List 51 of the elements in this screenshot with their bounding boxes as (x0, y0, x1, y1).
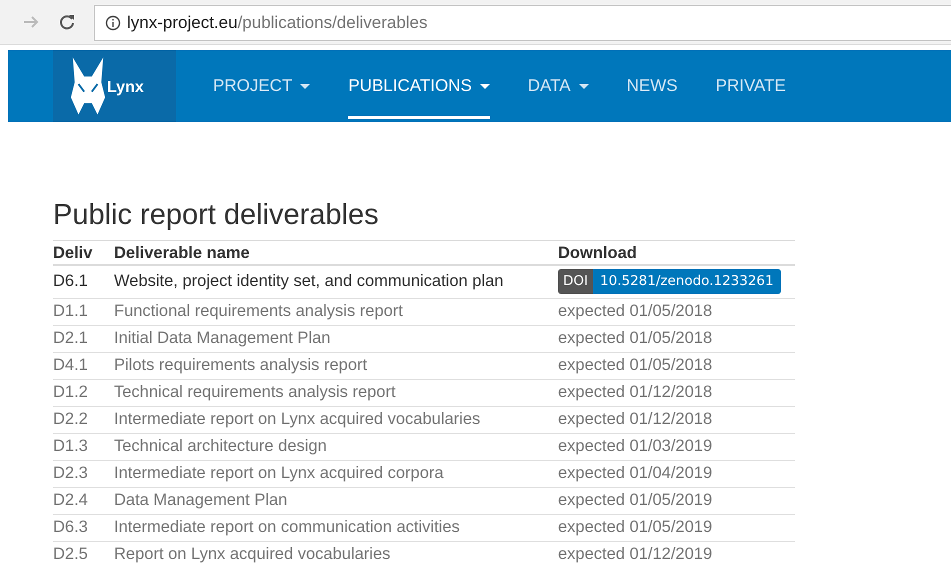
table-cell: D2.2 (53, 406, 114, 434)
doi-badge[interactable]: DOI 10.5281/zenodo.1233261 (558, 269, 781, 294)
table-cell: Intermediate report on communication activities (114, 514, 558, 542)
column-header: Download (558, 240, 795, 265)
table-cell: Intermediate report on Lynx acquired vocabularies (114, 406, 558, 434)
table-cell: Functional requirements analysis report (114, 298, 558, 326)
table-cell: Intermediate report on Lynx acquired corpora (114, 460, 558, 488)
nav-link[interactable]: PUBLICATIONS (348, 50, 490, 122)
lynx-head-icon (69, 55, 107, 117)
table-cell: D4.1 (53, 352, 114, 380)
table-cell: expected 01/03/2019 (558, 434, 795, 460)
table-cell: D1.3 (53, 434, 114, 460)
nav-link[interactable]: PROJECT (213, 50, 310, 122)
table-cell: D2.3 (53, 460, 114, 488)
reload-icon[interactable] (58, 13, 76, 31)
table-cell: D1.2 (53, 380, 114, 406)
nav-link[interactable]: NEWS (626, 50, 678, 122)
table-cell: expected 01/05/2018 (558, 352, 795, 380)
table-cell: Technical architecture design (114, 434, 558, 460)
table-cell: Data Management Plan (114, 488, 558, 514)
logo-text: Lynx (107, 79, 144, 97)
table-cell: D6.3 (53, 514, 114, 542)
column-header: Deliverable name (114, 240, 558, 265)
table-cell: Pilots requirements analysis report (114, 352, 558, 380)
table-cell: D2.1 (53, 326, 114, 352)
table-cell: D2.5 (53, 542, 114, 568)
address-bar[interactable]: lynx-project.eu/publications/deliverables (94, 5, 951, 41)
table-cell: expected 01/05/2019 (558, 488, 795, 514)
logo-block[interactable]: Lynx (53, 50, 176, 122)
nav-link[interactable]: PRIVATE (716, 50, 786, 122)
table-cell: Technical requirements analysis report (114, 380, 558, 406)
table-cell: expected 01/05/2018 (558, 326, 795, 352)
table-cell: D1.1 (53, 298, 114, 326)
table-cell: expected 01/05/2019 (558, 514, 795, 542)
info-icon (105, 15, 121, 31)
table-cell: expected 01/04/2019 (558, 460, 795, 488)
nav-link[interactable]: DATA (528, 50, 589, 122)
url-path: /publications/deliverables (238, 13, 428, 33)
page-title: Public report deliverables (53, 198, 380, 232)
table-cell: expected 01/12/2019 (558, 542, 795, 568)
url-host: lynx-project.eu (127, 13, 238, 33)
doi-value: 10.5281/zenodo.1233261 (593, 269, 781, 294)
column-header: Deliv (53, 240, 114, 265)
table-cell: expected 01/05/2018 (558, 298, 795, 326)
table-cell: D6.1 (53, 265, 114, 298)
table-cell: Report on Lynx acquired vocabularies (114, 542, 558, 568)
table-cell: expected 01/12/2018 (558, 380, 795, 406)
doi-label: DOI (558, 269, 594, 294)
table-cell: D2.4 (53, 488, 114, 514)
table-cell: expected 01/12/2018 (558, 406, 795, 434)
table-cell: Initial Data Management Plan (114, 326, 558, 352)
